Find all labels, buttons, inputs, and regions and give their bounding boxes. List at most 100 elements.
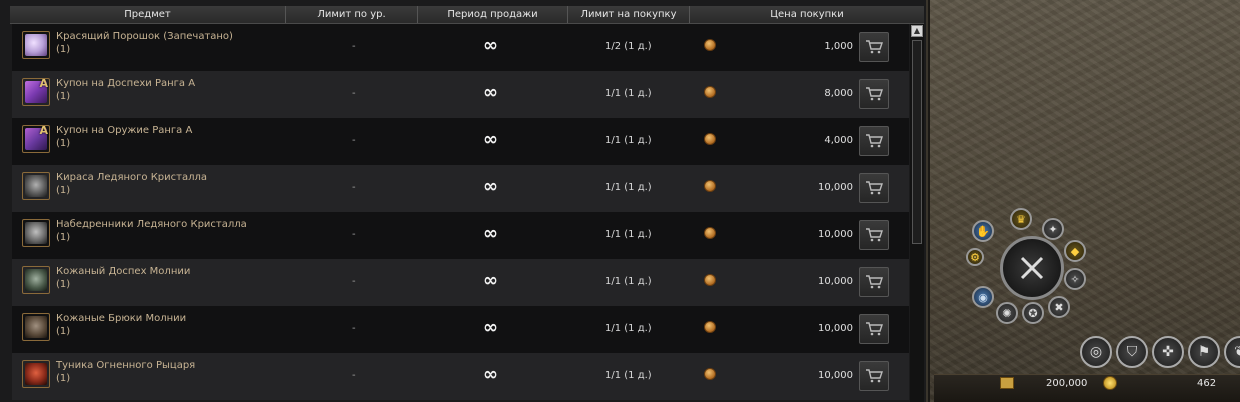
buy-button[interactable]	[859, 220, 889, 250]
buy-button[interactable]	[859, 314, 889, 344]
item-quantity: (1)	[56, 138, 71, 149]
cart-icon	[866, 40, 883, 54]
level-limit: -	[352, 323, 356, 334]
item-price: 8,000	[824, 88, 853, 99]
item-quantity: (1)	[56, 91, 71, 102]
scrollbar-thumb[interactable]	[912, 40, 922, 244]
crystal-powder-icon	[22, 31, 50, 59]
table-header: Предмет Лимит по ур. Период продажи Лими…	[10, 6, 924, 24]
coin-currency-icon	[1103, 376, 1117, 390]
skill-slot-3-icon[interactable]: ✦	[1042, 218, 1064, 240]
coin-icon	[704, 227, 716, 239]
buy-button[interactable]	[859, 79, 889, 109]
cart-icon	[866, 181, 883, 195]
skill-slot-4-icon[interactable]: ◆	[1064, 240, 1086, 262]
level-limit: -	[352, 370, 356, 381]
rank-label: A	[39, 78, 48, 90]
table-row[interactable]: Красящий Порошок (Запечатано) (1) - ∞ 1/…	[12, 24, 909, 71]
buy-button[interactable]	[859, 173, 889, 203]
column-item[interactable]: Предмет	[10, 6, 286, 23]
skill-slot-6-icon[interactable]: ◉	[972, 286, 994, 308]
table-row[interactable]: Туника Огненного Рыцаря (1) - ∞ 1/1 (1 д…	[12, 353, 909, 400]
buy-button[interactable]	[859, 126, 889, 156]
item-price: 10,000	[818, 182, 853, 193]
scroll-up-button[interactable]: ▲	[911, 25, 923, 37]
skill-slot-9-icon[interactable]: ✖	[1048, 296, 1070, 318]
table-row[interactable]: A Купон на Оружие Ранга А (1) - ∞ 1/1 (1…	[12, 118, 909, 165]
gear-icon[interactable]: ⚙	[966, 248, 984, 266]
item-price: 10,000	[818, 370, 853, 381]
column-purchase-limit[interactable]: Лимит на покупку	[568, 6, 690, 23]
cart-icon	[866, 87, 883, 101]
buy-button[interactable]	[859, 32, 889, 62]
rank-label: A	[39, 125, 48, 137]
swirl-skill-icon[interactable]: ◎	[1080, 336, 1112, 368]
cuirass-icon	[22, 172, 50, 200]
purchase-limit: 1/1 (1 д.)	[605, 276, 652, 287]
item-name: Туника Огненного Рыцаря	[56, 360, 196, 371]
level-limit: -	[352, 41, 356, 52]
weapon-coupon-icon: A	[22, 125, 50, 153]
column-level-limit[interactable]: Лимит по ур.	[286, 6, 418, 23]
buy-button[interactable]	[859, 361, 889, 391]
level-limit: -	[352, 229, 356, 240]
crossed-swords-icon	[1020, 256, 1044, 280]
item-price: 10,000	[818, 276, 853, 287]
purchase-limit: 1/1 (1 д.)	[605, 182, 652, 193]
skill-slot-2-icon[interactable]: ♛	[1010, 208, 1032, 230]
item-quantity: (1)	[56, 279, 71, 290]
leggings-icon	[22, 219, 50, 247]
item-price: 10,000	[818, 323, 853, 334]
leather-armor-icon	[22, 266, 50, 294]
skill-slot-8-icon[interactable]: ✪	[1022, 302, 1044, 324]
coin-amount: 462	[1197, 378, 1217, 389]
sale-period: ∞	[483, 129, 498, 150]
banner-skill-icon[interactable]: ⚑	[1188, 336, 1220, 368]
table-row[interactable]: Кожаный Доспех Молнии (1) - ∞ 1/1 (1 д.)…	[12, 259, 909, 306]
item-name: Набедренники Ледяного Кристалла	[56, 219, 247, 230]
cart-icon	[866, 369, 883, 383]
coin-icon	[704, 321, 716, 333]
purchase-limit: 1/1 (1 д.)	[605, 370, 652, 381]
item-price: 10,000	[818, 229, 853, 240]
adena-icon	[1000, 377, 1014, 389]
icon-fill	[25, 269, 47, 291]
column-sale-period[interactable]: Период продажи	[418, 6, 568, 23]
table-row[interactable]: A Купон на Доспехи Ранга А (1) - ∞ 1/1 (…	[12, 71, 909, 118]
item-name: Кожаный Доспех Молнии	[56, 266, 191, 277]
coin-icon	[704, 133, 716, 145]
item-price: 1,000	[824, 41, 853, 52]
column-price[interactable]: Цена покупки	[690, 6, 924, 23]
tunic-icon	[22, 360, 50, 388]
skill-slot-1-icon[interactable]: ✋	[972, 220, 994, 242]
buy-button[interactable]	[859, 267, 889, 297]
skill-slot-7-icon[interactable]: ✺	[996, 302, 1018, 324]
cross-skill-icon[interactable]: ✜	[1152, 336, 1184, 368]
level-limit: -	[352, 88, 356, 99]
sale-period: ∞	[483, 176, 498, 197]
table-row[interactable]: Набедренники Ледяного Кристалла (1) - ∞ …	[12, 212, 909, 259]
sale-period: ∞	[483, 35, 498, 56]
item-quantity: (1)	[56, 185, 71, 196]
armor-coupon-icon: A	[22, 78, 50, 106]
item-list: Красящий Порошок (Запечатано) (1) - ∞ 1/…	[12, 24, 909, 400]
purchase-limit: 1/2 (1 д.)	[605, 41, 652, 52]
coin-icon	[704, 368, 716, 380]
coin-icon	[704, 180, 716, 192]
shop-panel: Предмет Лимит по ур. Период продажи Лими…	[0, 0, 928, 402]
cart-icon	[866, 228, 883, 242]
table-row[interactable]: Кираса Ледяного Кристалла (1) - ∞ 1/1 (1…	[12, 165, 909, 212]
sale-period: ∞	[483, 82, 498, 103]
shield-skill-icon[interactable]: ⛉	[1116, 336, 1148, 368]
item-quantity: (1)	[56, 373, 71, 384]
coin-icon	[704, 39, 716, 51]
skill-slot-5-icon[interactable]: ✧	[1064, 268, 1086, 290]
table-row[interactable]: Кожаные Брюки Молнии (1) - ∞ 1/1 (1 д.) …	[12, 306, 909, 353]
item-name: Красящий Порошок (Запечатано)	[56, 31, 233, 42]
icon-fill	[25, 316, 47, 338]
item-name: Купон на Доспехи Ранга А	[56, 78, 196, 89]
purchase-limit: 1/1 (1 д.)	[605, 88, 652, 99]
skill-wheel[interactable]	[1000, 236, 1064, 300]
item-name: Кожаные Брюки Молнии	[56, 313, 187, 324]
icon-fill	[25, 222, 47, 244]
